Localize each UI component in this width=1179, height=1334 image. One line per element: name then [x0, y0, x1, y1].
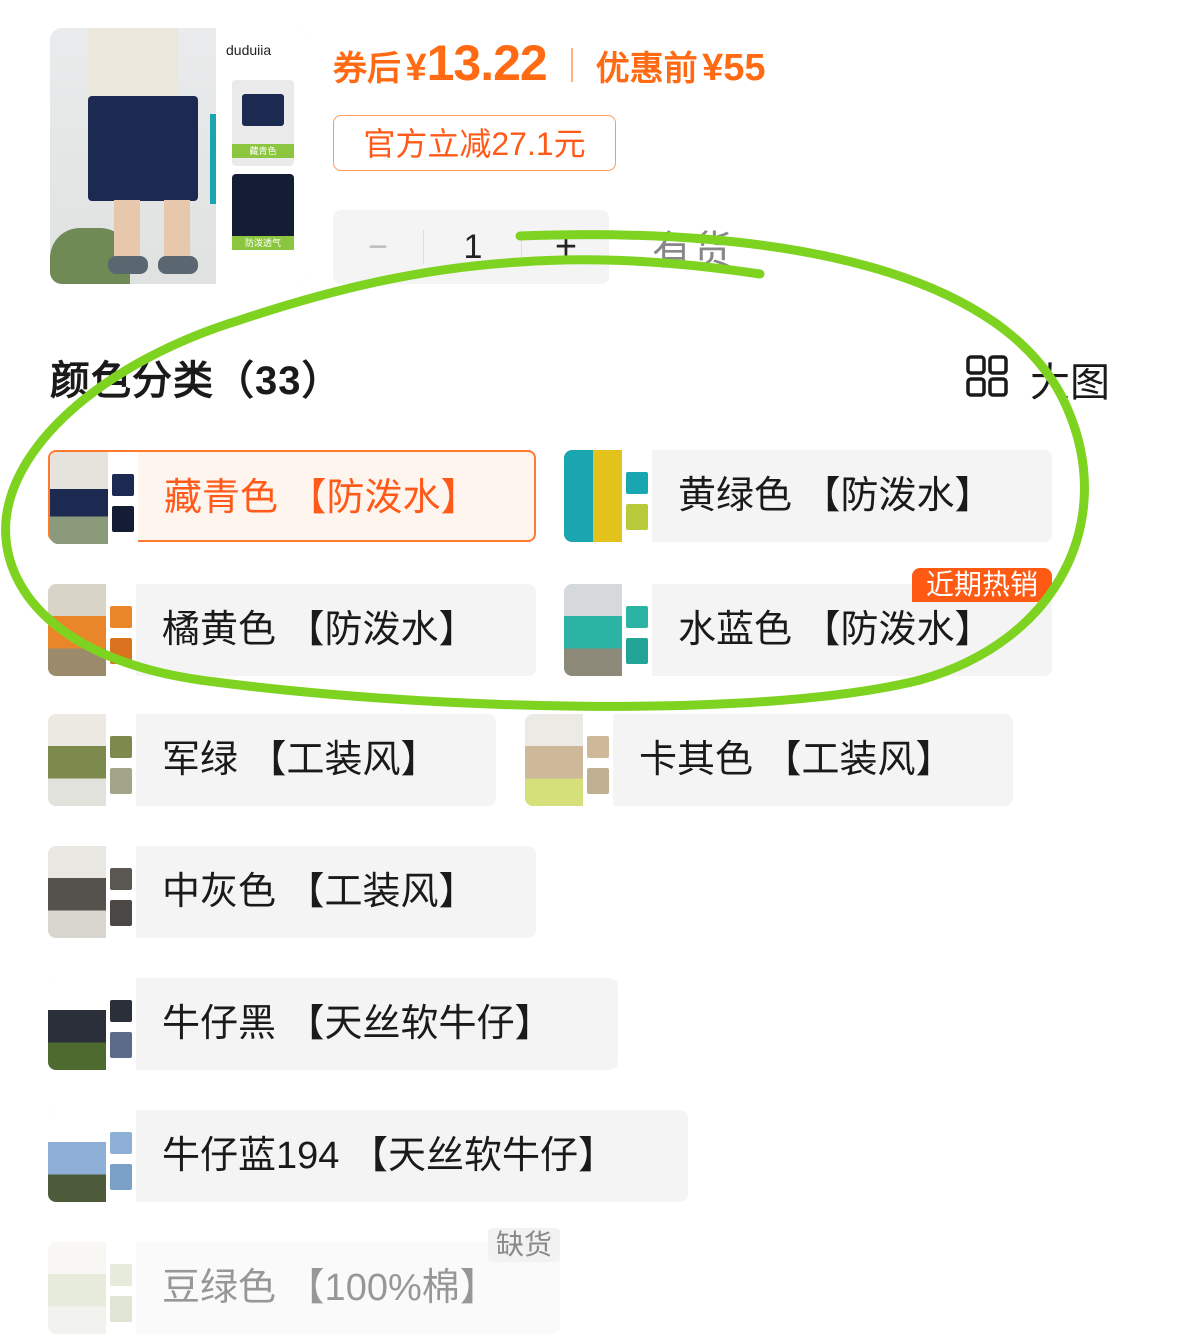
variant-label: 中灰色 【工装风】: [162, 871, 477, 913]
after-coupon-price: 13.22: [426, 35, 548, 91]
variant-chip-mid-gray[interactable]: 中灰色 【工装风】: [48, 846, 536, 938]
variant-chip-navy[interactable]: 藏青色 【防泼水】: [48, 450, 536, 544]
variant-chip-army-green[interactable]: 军绿 【工装风】: [48, 714, 496, 806]
variant-label: 牛仔蓝194 【天丝软牛仔】: [162, 1135, 616, 1177]
before-discount-label: 优惠前: [595, 50, 698, 88]
variant-thumbnail: [48, 1110, 136, 1202]
variant-label: 橘黄色 【防泼水】: [162, 609, 477, 651]
section-title: 颜色分类（33）: [50, 359, 343, 403]
variant-chip-denim-blue[interactable]: 牛仔蓝194 【天丝软牛仔】: [48, 1110, 688, 1202]
swatch-tag: 藏青色: [232, 144, 294, 158]
variant-thumbnail: [525, 714, 613, 806]
photo-shorts: [88, 96, 198, 201]
increase-button[interactable]: +: [523, 210, 609, 284]
decrease-button[interactable]: −: [333, 210, 423, 284]
coupon-badge: 官方立减27.1元: [333, 115, 616, 171]
hot-sale-badge: 近期热销: [912, 568, 1052, 602]
variant-label: 牛仔黑 【天丝软牛仔】: [162, 1003, 553, 1045]
price-line: 券后 ¥13.22 优惠前 ¥55: [333, 34, 766, 92]
after-coupon-label: 券后: [333, 50, 401, 88]
variant-label: 黄绿色 【防泼水】: [678, 475, 993, 517]
stock-status: 有货: [652, 229, 732, 273]
photo-leg: [164, 200, 190, 260]
photo-shoe: [158, 256, 198, 274]
variant-thumbnail: [48, 846, 136, 938]
quantity-stepper: − 1 +: [333, 210, 609, 284]
currency-symbol: ¥: [702, 47, 724, 89]
variant-label: 卡其色 【工装风】: [639, 739, 954, 781]
quantity-input[interactable]: 1: [425, 210, 521, 284]
before-discount-price: 55: [723, 47, 766, 89]
photo-leg: [114, 200, 140, 260]
brand-logo: duduiia: [226, 42, 272, 58]
out-of-stock-badge: 缺货: [488, 1228, 560, 1262]
variant-label: 藏青色 【防泼水】: [164, 477, 479, 519]
variant-thumbnail: [48, 1242, 136, 1334]
variant-label: 军绿 【工装风】: [162, 739, 439, 781]
stepper-divider: [423, 230, 424, 264]
product-image[interactable]: duduiia 藏青色 防泼透气: [50, 28, 308, 284]
variant-label: 豆绿色 【100%棉】: [162, 1267, 498, 1309]
variant-thumbnail: [48, 584, 136, 676]
variant-thumbnail: [50, 452, 138, 544]
swatch-tag: 防泼透气: [232, 236, 294, 250]
big-view-toggle[interactable]: 大图: [1030, 350, 1110, 408]
photo-shirt: [88, 28, 178, 98]
photo-shoe: [108, 256, 148, 274]
variant-chip-yellow-green[interactable]: 黄绿色 【防泼水】: [564, 450, 1052, 542]
variant-chip-bean-green[interactable]: 豆绿色 【100%棉】: [48, 1242, 560, 1334]
variant-thumbnail: [48, 978, 136, 1070]
variant-chip-denim-black[interactable]: 牛仔黑 【天丝软牛仔】: [48, 978, 618, 1070]
variant-thumbnail: [564, 450, 652, 542]
variant-chip-khaki[interactable]: 卡其色 【工装风】: [525, 714, 1013, 806]
variant-thumbnail: [564, 584, 652, 676]
currency-symbol: ¥: [405, 47, 427, 89]
variant-thumbnail: [48, 714, 136, 806]
grid-view-icon[interactable]: [966, 355, 1008, 397]
variant-chip-orange[interactable]: 橘黄色 【防泼水】: [48, 584, 536, 676]
price-divider: [571, 48, 574, 82]
stepper-divider: [521, 230, 522, 264]
